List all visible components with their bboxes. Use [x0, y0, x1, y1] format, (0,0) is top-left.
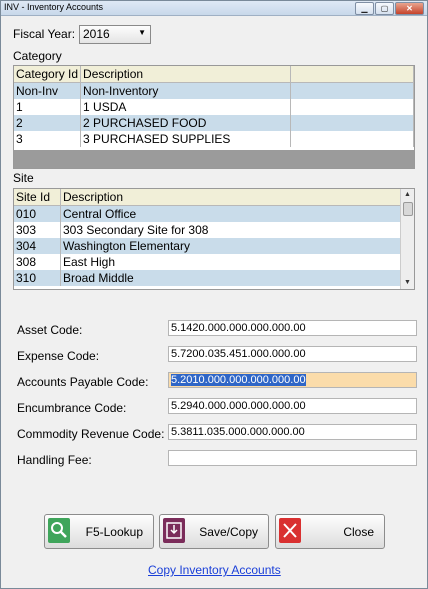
- table-row[interactable]: 11 USDA: [14, 99, 414, 115]
- expense-code-field[interactable]: 5.7200.035.451.000.000.00: [168, 346, 417, 362]
- table-row[interactable]: Non-Inv Non-Inventory: [14, 82, 414, 99]
- site-label: Site: [13, 171, 34, 185]
- accounts-payable-code-field[interactable]: 5.2010.000.000.000.000.00: [168, 372, 417, 388]
- grid-empty-area: [14, 150, 414, 168]
- maximize-icon[interactable]: ▢: [375, 2, 394, 15]
- table-row[interactable]: 33 PURCHASED SUPPLIES: [14, 131, 414, 147]
- table-row[interactable]: 308 East High: [14, 254, 403, 270]
- category-column-description[interactable]: Description: [80, 66, 291, 83]
- search-icon: [48, 518, 70, 543]
- window-controls: ▁ ▢ ✕: [355, 2, 424, 15]
- close-icon[interactable]: ✕: [395, 2, 424, 15]
- fiscal-year-select[interactable]: 2016 ▼: [79, 25, 151, 44]
- save-copy-button-label: Save/Copy: [199, 525, 258, 539]
- commodity-revenue-code-label: Commodity Revenue Code:: [17, 427, 165, 441]
- scroll-up-icon[interactable]: ▲: [401, 189, 414, 201]
- minimize-icon[interactable]: ▁: [355, 2, 374, 15]
- table-row[interactable]: 303 303 Secondary Site for 308: [14, 222, 403, 238]
- site-column-id[interactable]: Site Id: [14, 189, 61, 206]
- save-icon: [163, 518, 185, 543]
- asset-code-label: Asset Code:: [17, 323, 83, 337]
- category-column-id[interactable]: Category Id: [14, 66, 82, 83]
- category-grid[interactable]: Category Id Description Non-Inv Non-Inven…: [13, 65, 415, 169]
- category-label: Category: [13, 49, 62, 63]
- save-copy-button[interactable]: Save/Copy: [159, 514, 269, 549]
- site-scrollbar[interactable]: ▲ ▼: [400, 189, 414, 289]
- handling-fee-label: Handling Fee:: [17, 453, 92, 467]
- close-button-label: Close: [343, 525, 374, 539]
- handling-fee-field[interactable]: [168, 450, 417, 466]
- scroll-thumb[interactable]: [403, 202, 413, 216]
- encumbrance-code-field[interactable]: 5.2940.000.000.000.000.00: [168, 398, 417, 414]
- close-button[interactable]: Close: [275, 514, 385, 549]
- fiscal-year-label: Fiscal Year:: [13, 27, 76, 41]
- site-column-description[interactable]: Description: [60, 189, 403, 206]
- table-row[interactable]: 304 Washington Elementary: [14, 238, 403, 254]
- close-icon: [279, 518, 301, 543]
- lookup-button-label: F5-Lookup: [85, 525, 143, 539]
- encumbrance-code-label: Encumbrance Code:: [17, 401, 127, 415]
- selected-text: 5.2010.000.000.000.000.00: [171, 374, 306, 386]
- chevron-down-icon: ▼: [138, 28, 146, 37]
- title-bar: INV - Inventory Accounts ▁ ▢ ✕: [1, 1, 427, 16]
- inventory-accounts-window: INV - Inventory Accounts ▁ ▢ ✕ Fiscal Ye…: [0, 0, 428, 589]
- table-row[interactable]: 22 PURCHASED FOOD: [14, 115, 414, 131]
- fiscal-year-value: 2016: [83, 27, 110, 41]
- copy-inventory-accounts-link[interactable]: Copy Inventory Accounts: [148, 563, 281, 577]
- lookup-button[interactable]: F5-Lookup: [44, 514, 154, 549]
- scroll-down-icon[interactable]: ▼: [401, 277, 414, 289]
- site-grid[interactable]: Site Id Description 010 Central Office 30…: [13, 188, 415, 290]
- asset-code-field[interactable]: 5.1420.000.000.000.000.00: [168, 320, 417, 336]
- commodity-revenue-code-field[interactable]: 5.3811.035.000.000.000.00: [168, 424, 417, 440]
- accounts-payable-code-label: Accounts Payable Code:: [17, 375, 149, 389]
- table-row[interactable]: 010 Central Office: [14, 205, 403, 222]
- window-title: INV - Inventory Accounts: [4, 2, 104, 12]
- expense-code-label: Expense Code:: [17, 349, 100, 363]
- table-row[interactable]: 310 Broad Middle: [14, 270, 403, 286]
